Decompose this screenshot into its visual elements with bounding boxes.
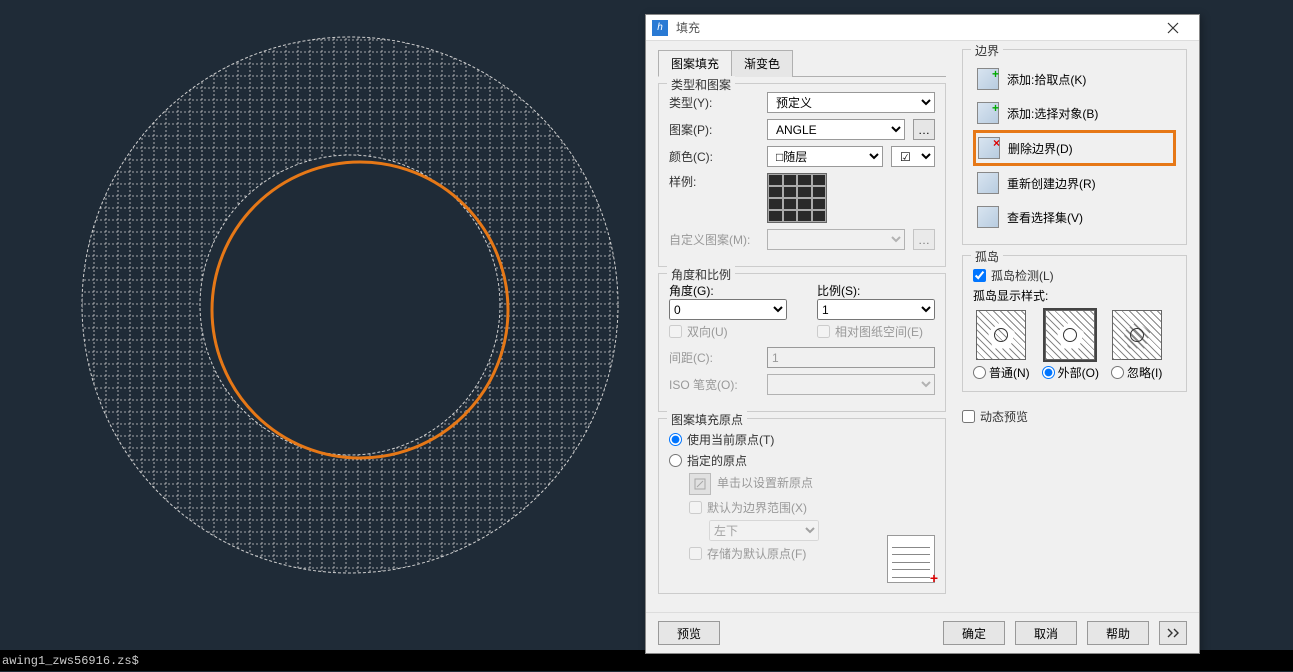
island-normal-radio[interactable]: [973, 366, 986, 379]
remove-label: 删除边界(D): [1008, 140, 1073, 157]
group-title: 边界: [971, 42, 1003, 59]
scale-label: 比例(S):: [817, 282, 935, 299]
pattern-label: 图案(P):: [669, 121, 759, 138]
tab-gradient[interactable]: 渐变色: [731, 50, 793, 77]
group-title: 角度和比例: [667, 266, 735, 283]
island-outer-label: 外部(O): [1058, 364, 1099, 381]
app-icon: h: [652, 20, 668, 36]
bidir-label: 双向(U): [687, 323, 728, 340]
custom-pattern-label: 自定义图案(M):: [669, 231, 759, 248]
spacing-input: [767, 347, 935, 368]
type-select[interactable]: 预定义: [767, 92, 935, 113]
hatch-dialog: h 填充 图案填充 渐变色 类型和图案 类型(Y): 预定义 图案(P): AN…: [645, 14, 1200, 654]
island-normal-preview[interactable]: [976, 310, 1026, 360]
recreate-label: 重新创建边界(R): [1007, 175, 1096, 192]
spacing-label: 间距(C):: [669, 349, 759, 366]
ok-button[interactable]: 确定: [943, 621, 1005, 645]
type-pattern-group: 类型和图案 类型(Y): 预定义 图案(P): ANGLE … 颜色(C): □…: [658, 83, 946, 267]
bidir-checkbox: [669, 325, 682, 338]
recreate-icon: [977, 172, 999, 194]
island-outer-preview[interactable]: [1045, 310, 1095, 360]
group-title: 类型和图案: [667, 76, 735, 93]
add-pick-label: 添加:拾取点(K): [1007, 71, 1086, 88]
tab-pattern-fill[interactable]: 图案填充: [658, 50, 732, 77]
select-objects-icon: +: [977, 102, 999, 124]
preview-button[interactable]: 预览: [658, 621, 720, 645]
group-title: 孤岛: [971, 248, 1003, 265]
island-detect-label: 孤岛检测(L): [991, 267, 1054, 284]
expand-button[interactable]: [1159, 621, 1187, 645]
pattern-browse-button[interactable]: …: [913, 119, 935, 140]
dialog-title: 填充: [676, 19, 1153, 36]
default-extent-checkbox: [689, 501, 702, 514]
dynamic-preview-label: 动态预览: [980, 408, 1028, 425]
type-label: 类型(Y):: [669, 94, 759, 111]
cancel-button[interactable]: 取消: [1015, 621, 1077, 645]
specified-label: 指定的原点: [687, 452, 747, 469]
island-ignore-label: 忽略(I): [1127, 364, 1162, 381]
pick-point-icon: +: [977, 68, 999, 90]
island-ignore-preview[interactable]: [1112, 310, 1162, 360]
island-detect-checkbox[interactable]: [973, 269, 986, 282]
angle-label: 角度(G):: [669, 282, 787, 299]
view-selection-set-button[interactable]: 查看选择集(V): [973, 200, 1176, 234]
help-button[interactable]: 帮助: [1087, 621, 1149, 645]
default-extent-label: 默认为边界范围(X): [707, 499, 807, 516]
origin-preview: +: [887, 535, 935, 583]
pattern-select[interactable]: ANGLE: [767, 119, 905, 140]
set-origin-button: [689, 473, 711, 495]
hatch-origin-group: 图案填充原点 使用当前原点(T) 指定的原点 单击以设置新原点 默认为边界范围(…: [658, 418, 946, 594]
iso-label: ISO 笔宽(O):: [669, 376, 759, 393]
custom-pattern-select: [767, 229, 905, 250]
paper-space-label: 相对图纸空间(E): [835, 323, 923, 340]
custom-browse-button: …: [913, 229, 935, 250]
add-pick-point-button[interactable]: + 添加:拾取点(K): [973, 62, 1176, 96]
paper-space-checkbox: [817, 325, 830, 338]
use-current-label: 使用当前原点(T): [687, 431, 774, 448]
sample-label: 样例:: [669, 173, 759, 190]
angle-scale-group: 角度和比例 角度(G): 0 双向(U) 比例(S): 1 相对图纸空间(E) …: [658, 273, 946, 412]
boundary-group: 边界 + 添加:拾取点(K) + 添加:选择对象(B) × 删除边界(D) 重新…: [962, 49, 1187, 245]
store-default-checkbox: [689, 547, 702, 560]
remove-boundary-icon: ×: [978, 137, 1000, 159]
dynamic-preview-checkbox[interactable]: [962, 410, 975, 423]
store-default-label: 存储为默认原点(F): [707, 545, 806, 562]
close-button[interactable]: [1153, 17, 1193, 39]
group-title: 图案填充原点: [667, 411, 747, 428]
cross-icon: +: [930, 570, 938, 586]
tabs: 图案填充 渐变色: [658, 49, 946, 77]
titlebar: h 填充: [646, 15, 1199, 41]
click-set-label: 单击以设置新原点: [717, 476, 813, 490]
add-select-objects-button[interactable]: + 添加:选择对象(B): [973, 96, 1176, 130]
island-group: 孤岛 孤岛检测(L) 孤岛显示样式: 普通(N) 外部(O): [962, 255, 1187, 392]
color-select[interactable]: □随层: [767, 146, 883, 167]
island-style-label: 孤岛显示样式:: [973, 287, 1176, 304]
color-label: 颜色(C):: [669, 148, 759, 165]
view-set-icon: [977, 206, 999, 228]
island-outer-radio[interactable]: [1042, 366, 1055, 379]
specified-origin-radio[interactable]: [669, 454, 682, 467]
iso-select: [767, 374, 935, 395]
view-set-label: 查看选择集(V): [1007, 209, 1083, 226]
island-ignore-radio[interactable]: [1111, 366, 1124, 379]
drawing-canvas[interactable]: [0, 0, 640, 640]
chevron-right-icon: [1166, 628, 1180, 638]
extent-pos-select: 左下: [709, 520, 819, 541]
dialog-footer: 预览 确定 取消 帮助: [646, 612, 1199, 653]
use-current-origin-radio[interactable]: [669, 433, 682, 446]
scale-select[interactable]: 1: [817, 299, 935, 320]
island-normal-label: 普通(N): [989, 364, 1030, 381]
remove-boundary-button[interactable]: × 删除边界(D): [973, 130, 1176, 166]
recreate-boundary-button[interactable]: 重新创建边界(R): [973, 166, 1176, 200]
add-select-label: 添加:选择对象(B): [1007, 105, 1098, 122]
bg-color-select[interactable]: ☑: [891, 146, 935, 167]
angle-select[interactable]: 0: [669, 299, 787, 320]
sample-preview[interactable]: [767, 173, 827, 223]
